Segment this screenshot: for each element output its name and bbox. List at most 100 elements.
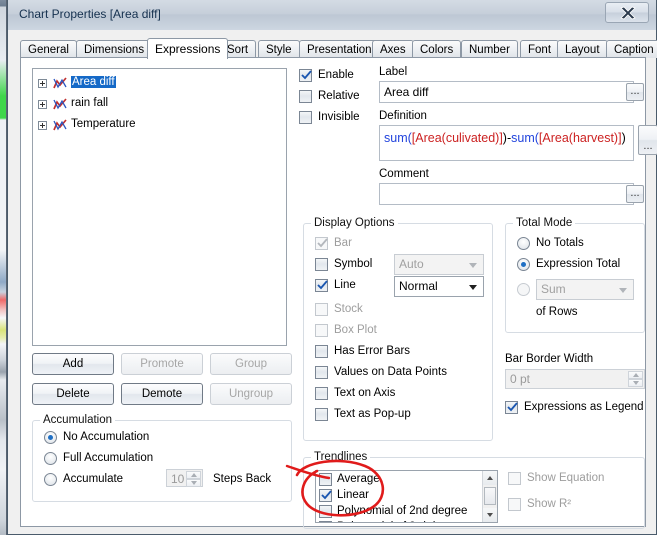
label-text-as-popup: Text as Pop-up [334,408,411,420]
tab-layout[interactable]: Layout [557,40,608,58]
checkbox-box-plot[interactable] [315,324,328,337]
trendlines-listbox[interactable]: Average Linear Polynomial of 2nd degree [315,470,498,523]
label-field-caption: Label [379,66,408,78]
tab-general[interactable]: General [20,40,77,58]
line-combobox[interactable]: Normal [394,276,484,297]
tree-item-label: Area diff [71,76,116,88]
total-mode-caption: Total Mode [513,217,576,229]
radio-aggregation-total[interactable] [517,283,530,296]
steps-back-stepper[interactable]: 10 [166,469,203,487]
definition-input[interactable]: sum([Area(culivated)])-sum([Area(harvest… [379,125,634,161]
stepper-down-icon[interactable] [186,479,201,487]
checkbox-relative[interactable] [299,90,312,103]
promote-button[interactable]: Promote [121,353,203,375]
checkbox-values-on-data-points[interactable] [315,366,328,379]
stepper-up-icon[interactable] [628,371,643,379]
bar-border-width-caption: Bar Border Width [505,353,594,365]
ungroup-button[interactable]: Ungroup [210,383,292,405]
radio-expression-total[interactable] [517,258,530,271]
tab-expressions[interactable]: Expressions [147,38,229,59]
checkbox-linear[interactable] [319,489,332,502]
trendlines-scrollbar[interactable] [482,471,497,522]
steps-back-value: 10 [171,472,185,486]
checkbox-text-on-axis[interactable] [315,387,328,400]
label-line: Line [334,279,356,291]
label-ellipsis-button[interactable]: ... [626,83,644,101]
checkbox-bar[interactable] [315,237,328,250]
aggregation-combobox[interactable]: Sum [536,279,634,300]
expand-plus-icon[interactable] [38,79,47,88]
checkbox-enable[interactable] [299,69,312,82]
add-button[interactable]: Add [32,353,114,375]
label-bar: Bar [334,237,352,249]
scroll-down-icon[interactable] [483,508,497,522]
dialog-titlebar[interactable]: Chart Properties [Area diff] [8,0,656,31]
label-no-accumulation: No Accumulation [63,431,150,443]
checkbox-line[interactable] [315,279,328,292]
checkbox-symbol[interactable] [315,258,328,271]
tab-presentation[interactable]: Presentation [299,40,380,58]
tab-colors[interactable]: Colors [412,40,462,58]
group-button[interactable]: Group [210,353,292,375]
checkbox-invisible[interactable] [299,111,312,124]
checkbox-polynomial-3rd[interactable] [319,521,332,522]
dialog-client-area: General Dimensions Expressions Sort Styl… [8,30,657,533]
label-input[interactable]: Area diff [379,81,634,103]
radio-full-accumulation[interactable] [44,452,57,465]
comment-field-caption: Comment [379,168,429,180]
dialog-title: Chart Properties [Area diff] [19,7,161,21]
checkbox-expressions-as-legend[interactable] [505,401,518,414]
expand-plus-icon[interactable] [38,121,47,130]
radio-no-accumulation[interactable] [44,431,57,444]
checkbox-show-equation[interactable] [508,472,521,485]
definition-token-sum1: sum( [384,131,412,145]
tab-axes[interactable]: Axes [372,40,414,58]
demote-button[interactable]: Demote [121,383,203,405]
definition-token-field1: [Area(culivated)] [411,131,503,145]
stepper-up-icon[interactable] [186,471,201,479]
close-button[interactable] [605,2,649,23]
checkbox-has-error-bars[interactable] [315,345,328,358]
scroll-up-icon[interactable] [483,471,497,485]
stepper-down-icon[interactable] [628,379,643,387]
expression-tree[interactable]: Area diff rain fall Temperature [32,68,287,346]
total-mode-group: Total Mode No Totals Expression Total Su… [505,217,645,333]
trendline-item-poly2[interactable]: Polynomial of 2nd degree [316,503,497,519]
bar-border-width-value: 0 pt [510,372,531,386]
checkbox-stock[interactable] [315,303,328,316]
scrollbar-thumb[interactable] [484,487,496,505]
chevron-down-icon [619,287,627,293]
checkbox-text-as-popup[interactable] [315,408,328,421]
tab-font[interactable]: Font [520,40,560,58]
trendline-item-linear[interactable]: Linear [316,487,497,503]
label-enable: Enable [318,69,354,81]
symbol-combobox[interactable]: Auto [394,254,484,275]
label-expression-total: Expression Total [536,258,621,270]
tab-caption[interactable]: Caption [606,40,657,58]
trendline-item-average[interactable]: Average [316,471,497,487]
expand-plus-icon[interactable] [38,100,47,109]
trendlines-group: Trendlines Average Linear Polynomial of … [303,451,645,529]
tab-style[interactable]: Style [258,40,300,58]
definition-ellipsis-button[interactable]: ... [638,125,657,155]
expression-icon [53,77,67,89]
label-box-plot: Box Plot [334,324,377,336]
tab-number[interactable]: Number [461,40,518,58]
radio-no-totals[interactable] [517,237,530,250]
comment-input[interactable] [379,183,634,205]
checkbox-polynomial-2nd[interactable] [319,505,332,518]
trendline-item-poly3[interactable]: Polynomial of 3rd degree [316,519,497,522]
checkbox-show-r2[interactable] [508,498,521,511]
tab-dimensions[interactable]: Dimensions [76,40,153,58]
comment-ellipsis-button[interactable]: ... [626,185,644,203]
line-combobox-value: Normal [399,279,438,293]
expressions-tab-page: Area diff rain fall Temperature Add Prom… [20,57,657,529]
delete-button[interactable]: Delete [32,383,114,405]
check-icon [317,238,328,248]
radio-accumulate[interactable] [44,473,57,486]
checkbox-average[interactable] [319,473,332,486]
tree-item-label: rain fall [71,97,109,109]
expression-icon [53,98,67,110]
bar-border-width-stepper[interactable]: 0 pt [505,369,645,389]
trendline-label: Linear [337,489,369,501]
